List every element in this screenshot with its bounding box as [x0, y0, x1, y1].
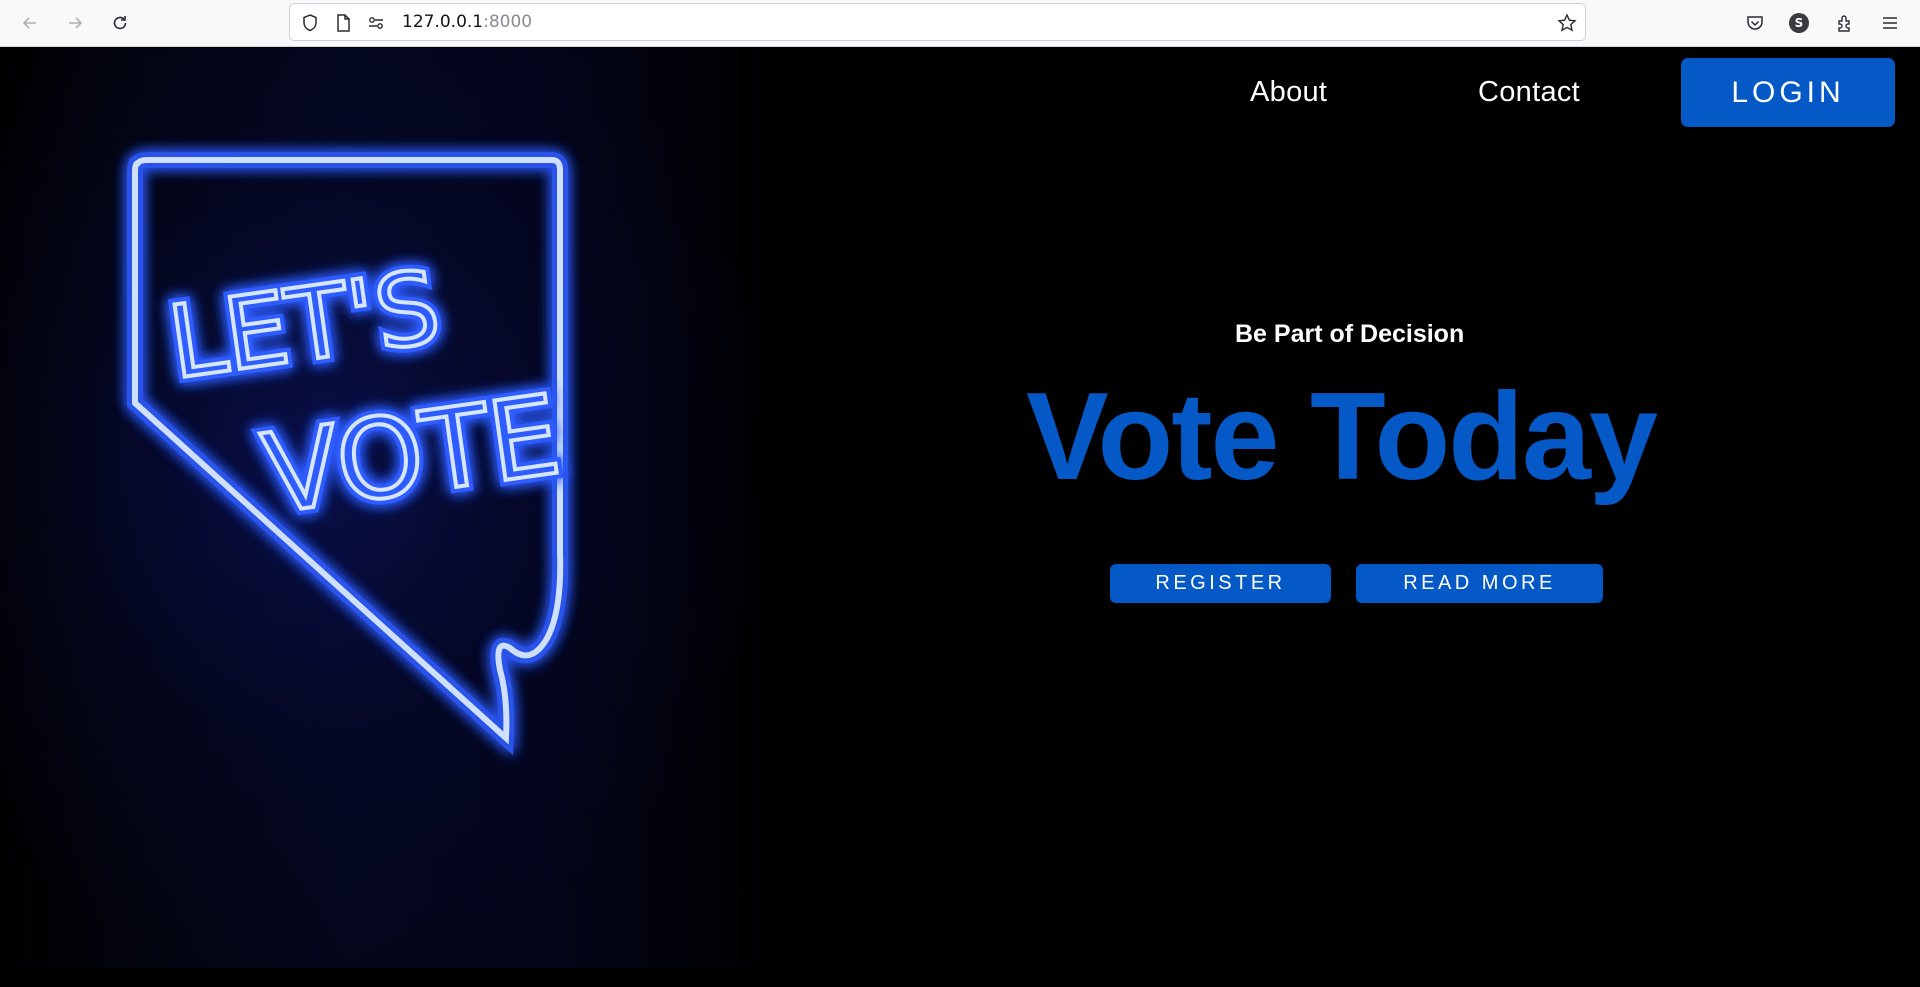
forward-icon[interactable] — [61, 9, 89, 37]
reload-icon[interactable] — [106, 9, 134, 37]
url-port: :8000 — [483, 12, 533, 32]
site-permissions-icon[interactable] — [366, 13, 386, 33]
account-initial: S — [1789, 13, 1809, 33]
site-navigation: About Contact LOGIN — [0, 58, 1920, 128]
nav-link-contact[interactable]: Contact — [1478, 76, 1580, 109]
address-bar[interactable]: 127.0.0.1:8000 — [289, 3, 1586, 41]
browser-toolbar: 127.0.0.1:8000 S — [0, 0, 1920, 47]
back-icon[interactable] — [16, 9, 44, 37]
register-button[interactable]: REGISTER — [1110, 564, 1331, 603]
account-avatar[interactable]: S — [1785, 9, 1813, 37]
login-button[interactable]: LOGIN — [1681, 58, 1895, 127]
shield-icon[interactable] — [300, 13, 320, 33]
page-icon — [333, 13, 353, 33]
neon-sign-graphic: LET'S LET'S VOTE VOTE — [127, 152, 573, 756]
bookmark-star-icon[interactable] — [1557, 13, 1577, 33]
hero-tagline: Be Part of Decision — [1235, 320, 1465, 348]
svg-text:VOTE: VOTE — [256, 371, 568, 539]
url-host: 127.0.0.1 — [402, 12, 484, 32]
nav-link-about[interactable]: About — [1250, 76, 1327, 109]
svg-text:LET'S: LET'S — [162, 248, 447, 402]
pocket-icon[interactable] — [1741, 9, 1769, 37]
hero-headline: Vote Today — [1026, 368, 1658, 506]
read-more-button[interactable]: READ MORE — [1356, 564, 1603, 603]
url-text[interactable]: 127.0.0.1:8000 — [402, 12, 532, 32]
hero-neon-sign-image: LET'S LET'S VOTE VOTE — [0, 48, 770, 968]
extensions-icon[interactable] — [1831, 9, 1859, 37]
menu-icon[interactable] — [1876, 9, 1904, 37]
